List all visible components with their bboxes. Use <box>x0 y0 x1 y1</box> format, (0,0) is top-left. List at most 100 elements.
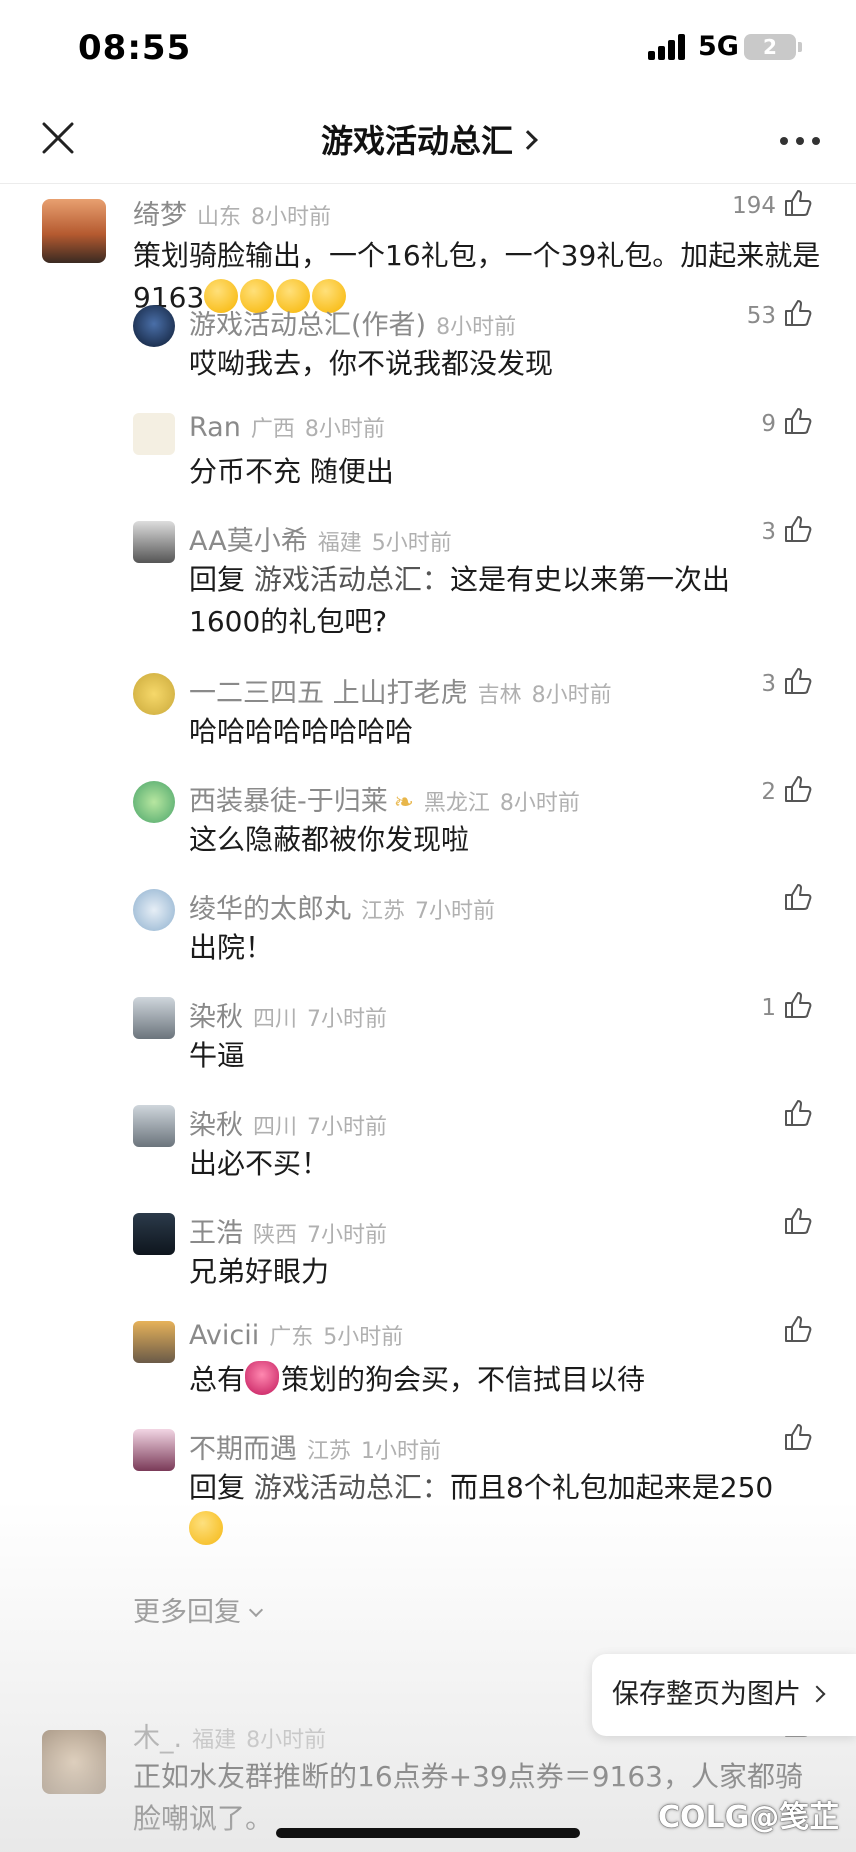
avatar[interactable] <box>133 673 175 715</box>
like-button[interactable] <box>776 1205 814 1241</box>
commenter-name[interactable]: 染秋 <box>189 1110 243 1141</box>
commenter-name[interactable]: Avicii <box>189 1320 259 1351</box>
watermark: COLG@笺芷 <box>658 1800 840 1835</box>
commenter-name[interactable]: 西装暴徒-于归莱 <box>189 786 388 817</box>
commenter-name[interactable]: 王浩 <box>189 1218 243 1249</box>
comment-text-before: 总有 <box>189 1363 246 1396</box>
commenter-location: 江苏 <box>307 1439 352 1464</box>
comment-text: 兄弟好眼力 <box>189 1255 330 1288</box>
like-count: 2 <box>761 779 776 805</box>
more-button[interactable] <box>776 126 824 154</box>
commenter-name[interactable]: 木_. <box>133 1723 182 1754</box>
commenter-name[interactable]: Ran <box>189 412 241 443</box>
thumbs-up-icon <box>785 1100 812 1126</box>
commenter-location: 广西 <box>250 417 295 442</box>
devil-face-emoji <box>245 1361 280 1395</box>
status-time: 08:55 <box>78 28 192 68</box>
commenter-name[interactable]: 绫华的太郎丸 <box>189 894 351 925</box>
save-page-label: 保存整页为图片 <box>612 1679 801 1710</box>
avatar[interactable] <box>42 199 106 263</box>
like-button[interactable]: 9 <box>761 405 814 441</box>
comment-time: 7小时前 <box>307 1223 388 1248</box>
battery-icon: 2 <box>744 34 796 60</box>
thumbs-up-icon <box>785 884 812 910</box>
save-page-as-image-button[interactable]: 保存整页为图片 <box>592 1654 856 1736</box>
commenter-location: 黑龙江 <box>423 791 490 816</box>
thumbs-up-icon <box>785 1208 812 1234</box>
avatar[interactable] <box>133 1321 175 1363</box>
commenter-location: 江苏 <box>361 899 406 924</box>
like-count: 194 <box>732 193 776 219</box>
comment-time: 8小时前 <box>499 791 580 816</box>
commenter-name[interactable]: 绮梦 <box>133 200 187 231</box>
avatar[interactable] <box>133 997 175 1039</box>
comment-text: 这么隐蔽都被你发现啦 <box>189 823 470 856</box>
comment-text-after: 策划的狗会买，不信拭目以待 <box>281 1363 646 1396</box>
comment-text: 分币不充 随便出 <box>189 455 394 488</box>
avatar[interactable] <box>133 305 175 347</box>
avatar[interactable] <box>133 521 175 563</box>
commenter-name[interactable]: 一二三四五 上山打老虎 <box>189 678 468 709</box>
signal-icon <box>648 34 688 60</box>
avatar[interactable] <box>133 1429 175 1471</box>
chevron-right-icon <box>808 1685 826 1703</box>
reply-target[interactable]: 游戏活动总汇： <box>254 1471 450 1504</box>
more-replies-button[interactable]: 更多回复 <box>133 1590 264 1629</box>
comment-text-content: 而且8个礼包加起来是250 <box>449 1471 774 1504</box>
more-replies-label: 更多回复 <box>133 1597 241 1628</box>
commenter-name[interactable]: 游戏活动总汇(作者) <box>189 310 426 341</box>
commenter-location: 陕西 <box>253 1223 298 1248</box>
commenter-location: 福建 <box>192 1728 237 1753</box>
avatar[interactable] <box>42 1730 106 1794</box>
page-title[interactable]: 游戏活动总汇 <box>0 116 856 162</box>
reply-prefix: 回复 <box>189 1471 246 1504</box>
commenter-name[interactable]: AA莫小希 <box>189 526 308 557</box>
comment-time: 8小时前 <box>251 205 332 230</box>
comment-text: 回复 游戏活动总汇：这是有史以来第一次出1600的礼包吧? <box>189 559 789 643</box>
network-type: 5G <box>698 31 739 62</box>
commenter-location: 广东 <box>269 1325 314 1350</box>
comment-text: 牛逼 <box>189 1039 246 1072</box>
like-button[interactable]: 3 <box>761 513 814 549</box>
commenter-name[interactable]: 染秋 <box>189 1002 243 1033</box>
thumbs-up-icon <box>785 668 812 694</box>
avatar[interactable] <box>133 1105 175 1147</box>
like-button[interactable]: 2 <box>761 773 814 809</box>
battery-tip <box>798 42 802 52</box>
status-bar: 08:55 5G 2 <box>0 0 856 96</box>
commenter-location: 吉林 <box>477 683 522 708</box>
avatar[interactable] <box>133 413 175 455</box>
comment-time: 7小时前 <box>307 1007 388 1032</box>
comment-time: 8小时前 <box>304 417 385 442</box>
reply-prefix: 回复 <box>189 563 246 596</box>
like-button[interactable] <box>776 1097 814 1133</box>
home-indicator[interactable] <box>276 1828 580 1838</box>
like-count: 3 <box>761 671 776 697</box>
like-button[interactable] <box>776 1313 814 1349</box>
like-count: 3 <box>761 519 776 545</box>
commenter-name[interactable]: 不期而遇 <box>189 1434 297 1465</box>
comment-time: 5小时前 <box>371 531 452 556</box>
like-button[interactable]: 53 <box>747 297 814 333</box>
avatar[interactable] <box>133 781 175 823</box>
commenter-location: 山东 <box>197 205 242 230</box>
comment-text: 哈哈哈哈哈哈哈哈 <box>189 715 414 748</box>
reply-target[interactable]: 游戏活动总汇： <box>254 563 450 596</box>
commenter-location: 四川 <box>253 1115 298 1140</box>
like-button[interactable] <box>776 1421 814 1457</box>
comment-time: 5小时前 <box>323 1325 404 1350</box>
comment-time: 8小时前 <box>531 683 612 708</box>
comment-time: 1小时前 <box>361 1439 442 1464</box>
like-button[interactable]: 1 <box>761 989 814 1025</box>
like-button[interactable]: 194 <box>732 187 814 223</box>
chevron-right-icon <box>518 130 538 150</box>
comment-text: 哎呦我去，你不说我都没发现 <box>189 347 554 380</box>
commenter-location: 福建 <box>317 531 362 556</box>
like-button[interactable]: 3 <box>761 665 814 701</box>
avatar[interactable] <box>133 889 175 931</box>
like-button[interactable] <box>776 881 814 917</box>
thumbs-up-icon <box>785 992 812 1018</box>
avatar[interactable] <box>133 1213 175 1255</box>
butterfly-badge-icon: ❧ <box>393 788 414 816</box>
like-count: 9 <box>761 411 776 437</box>
